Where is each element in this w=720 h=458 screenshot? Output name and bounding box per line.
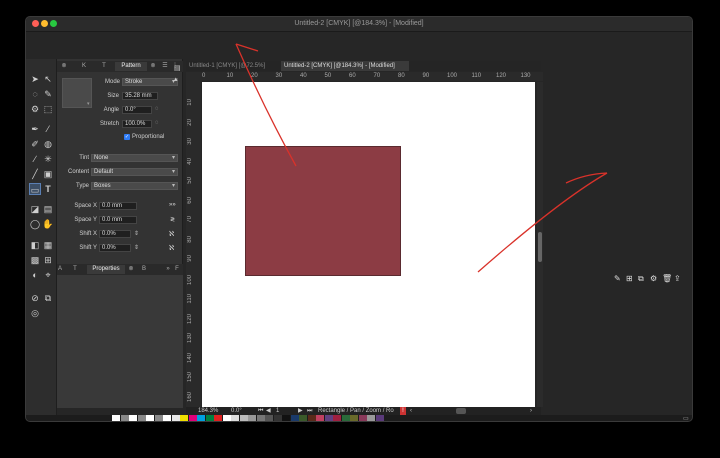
annotation-arrowhead-2 bbox=[565, 172, 608, 184]
annotation-arrow-2 bbox=[477, 172, 608, 273]
annotation-arrow-1 bbox=[235, 43, 297, 167]
annotation-layer bbox=[235, 43, 608, 273]
